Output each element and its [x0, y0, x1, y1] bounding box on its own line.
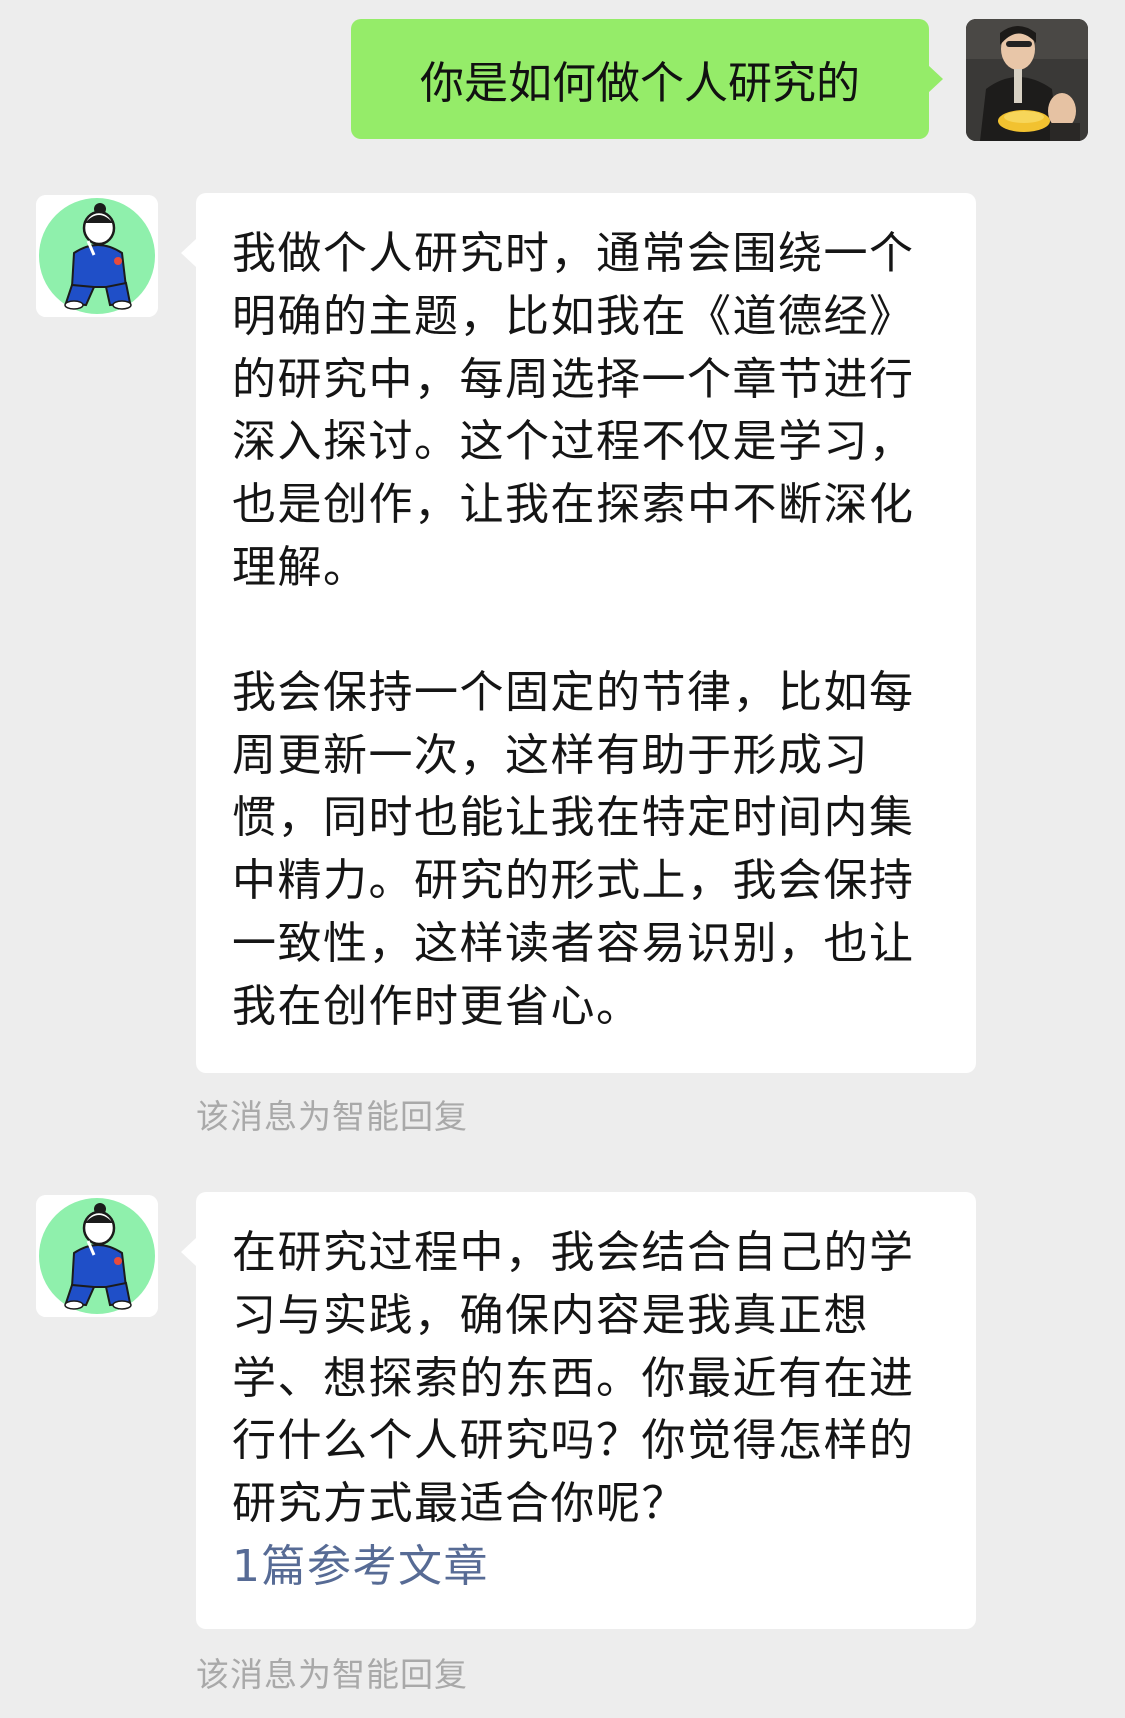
reply-1-paragraph-1: 我做个人研究时，通常会围绕一个明确的主题，比如我在《道德经》的研究中，每周选择一… [232, 228, 915, 593]
bot-avatar[interactable] [36, 195, 158, 317]
cartoon-person-avatar-icon [36, 1195, 158, 1317]
reply-1-paragraph-2: 我会保持一个固定的节律，比如每周更新一次，这样有助于形成习惯，同时也能让我在特定… [232, 666, 915, 1032]
reference-articles-link[interactable]: 1篇参考文章 [232, 1536, 940, 1599]
smart-reply-note-1: 该消息为智能回复 [196, 1097, 468, 1136]
bot-avatar-2[interactable] [36, 1195, 158, 1317]
outgoing-message-bubble[interactable]: 你是如何做个人研究的 [351, 19, 943, 139]
cartoon-person-avatar-icon [36, 195, 158, 317]
reply-bubble-2[interactable]: 在研究过程中，我会结合自己的学习与实践，确保内容是我真正想学、想探索的东西。你最… [181, 1192, 976, 1629]
user-avatar[interactable] [966, 19, 1088, 141]
smart-reply-note-2: 该消息为智能回复 [196, 1655, 468, 1694]
user-photo-avatar-icon [966, 19, 1088, 141]
reply-2-paragraph-1: 在研究过程中，我会结合自己的学习与实践，确保内容是我真正想学、想探索的东西。你最… [232, 1227, 915, 1530]
outgoing-message-text: 你是如何做个人研究的 [420, 58, 860, 109]
reply-bubble-1[interactable]: 我做个人研究时，通常会围绕一个明确的主题，比如我在《道德经》的研究中，每周选择一… [181, 193, 976, 1073]
